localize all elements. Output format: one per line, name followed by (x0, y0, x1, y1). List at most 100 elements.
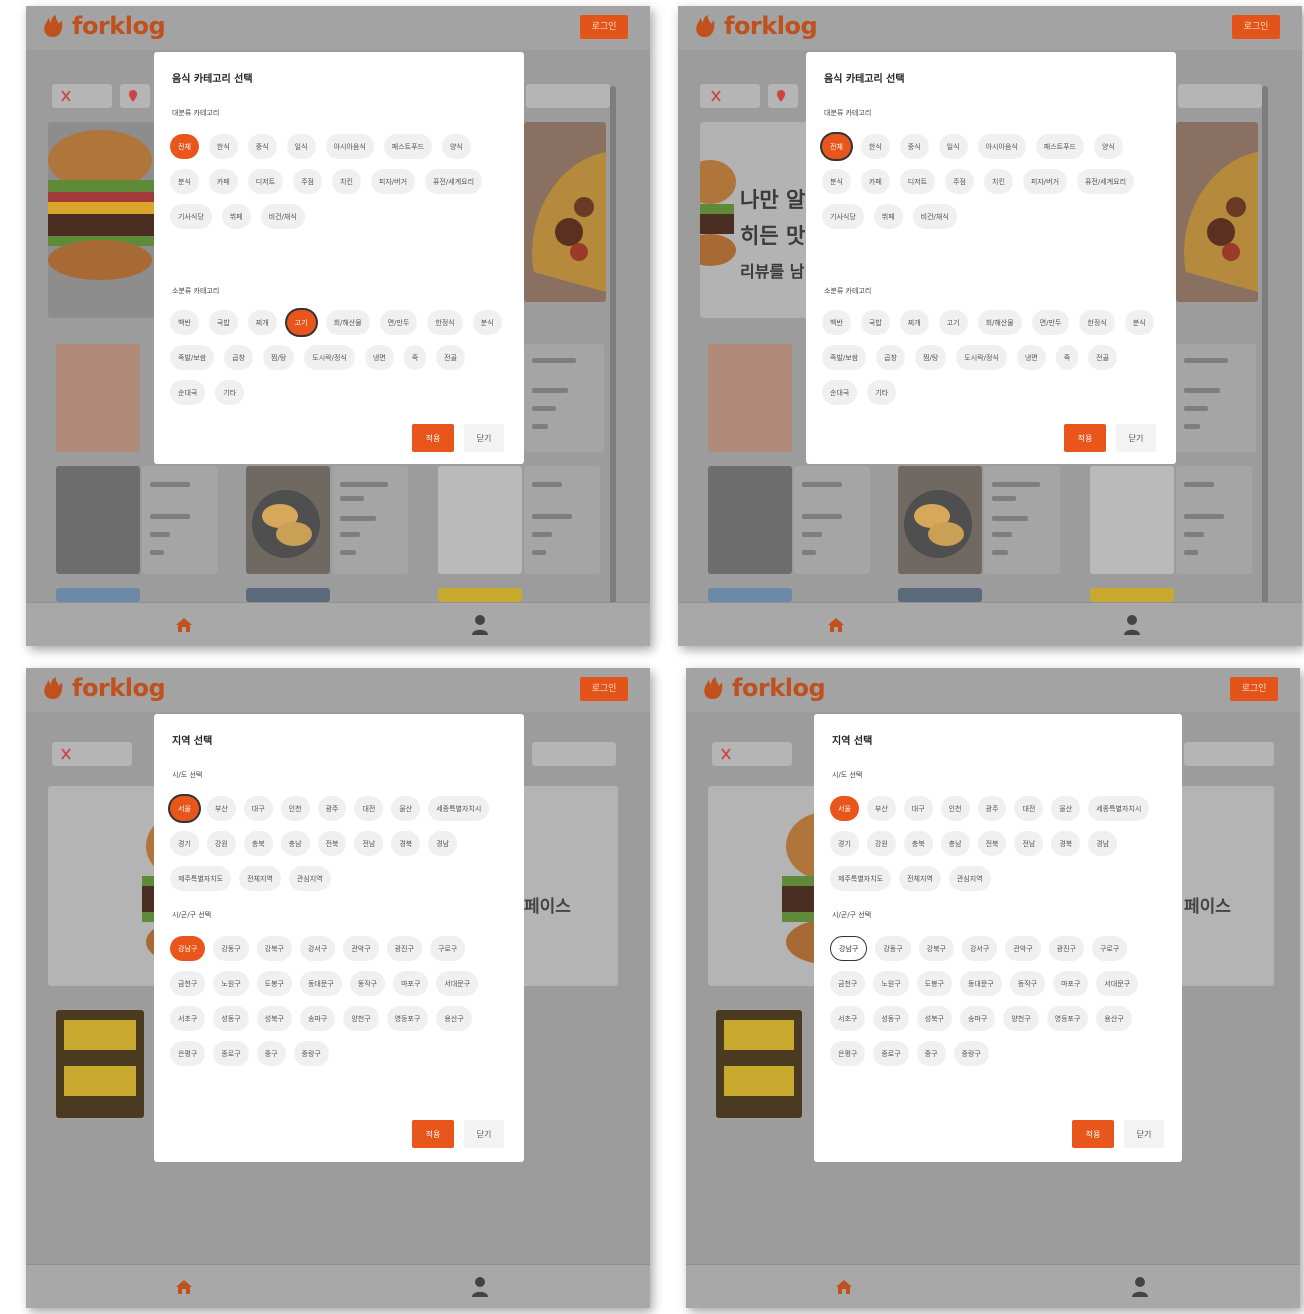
view-toggle[interactable] (526, 84, 610, 108)
chip-province-7[interactable]: 세종특별자치시 (1088, 796, 1150, 821)
chip-district-13[interactable]: 서대문구 (1096, 971, 1139, 996)
login-button[interactable]: 로그인 (1232, 15, 1280, 39)
logo[interactable]: forklog (40, 674, 166, 702)
chip-district-15[interactable]: 성동구 (213, 1006, 249, 1031)
user-icon[interactable] (1130, 1276, 1150, 1298)
chip-minor-3[interactable]: 고기 (286, 310, 316, 335)
chip-district-6[interactable]: 구로구 (1091, 936, 1128, 961)
close-button[interactable]: 닫기 (1124, 1120, 1164, 1148)
logo[interactable]: forklog (40, 12, 166, 40)
close-button[interactable]: 닫기 (1116, 424, 1156, 452)
chip-district-22[interactable]: 종로구 (213, 1041, 249, 1066)
chip-major-15[interactable]: 뷔페 (873, 204, 903, 229)
chip-minor-5[interactable]: 면/만두 (1031, 310, 1070, 335)
chip-minor-8[interactable]: 족발/보쌈 (822, 345, 867, 370)
chip-district-15[interactable]: 성동구 (873, 1006, 909, 1031)
chip-minor-0[interactable]: 백반 (170, 310, 199, 335)
chip-minor-2[interactable]: 찌개 (899, 310, 929, 335)
chip-minor-16[interactable]: 기타 (867, 380, 897, 405)
chip-district-10[interactable]: 동대문구 (299, 971, 342, 996)
chip-district-23[interactable]: 중구 (256, 1041, 286, 1066)
chip-district-3[interactable]: 강서구 (299, 936, 336, 961)
card[interactable] (1176, 466, 1252, 574)
card[interactable] (794, 466, 870, 574)
chip-major-5[interactable]: 패스트푸드 (383, 134, 432, 159)
chip-major-11[interactable]: 치킨 (332, 169, 361, 194)
chip-minor-3[interactable]: 고기 (938, 310, 968, 335)
chip-minor-10[interactable]: 찜/탕 (263, 345, 295, 370)
chip-province-8[interactable]: 경기 (170, 831, 199, 856)
chip-province-14[interactable]: 경북 (1051, 831, 1081, 856)
chip-district-1[interactable]: 강동구 (875, 936, 911, 961)
chip-district-2[interactable]: 강북구 (918, 936, 954, 961)
login-button[interactable]: 로그인 (580, 15, 628, 39)
food-filter-chip[interactable] (52, 84, 112, 108)
chip-major-2[interactable]: 중식 (247, 134, 277, 159)
chip-province-14[interactable]: 경북 (391, 831, 421, 856)
chip-major-2[interactable]: 중식 (899, 134, 929, 159)
chip-minor-14[interactable]: 전골 (1088, 345, 1118, 370)
chip-district-9[interactable]: 도봉구 (256, 971, 292, 996)
chip-district-5[interactable]: 광진구 (1048, 936, 1084, 961)
chip-minor-11[interactable]: 도시락/정식 (304, 345, 355, 370)
chip-major-16[interactable]: 비건/채식 (260, 204, 305, 229)
chip-major-3[interactable]: 일식 (286, 134, 316, 159)
chip-province-5[interactable]: 대전 (354, 796, 384, 821)
chip-minor-9[interactable]: 곱창 (224, 345, 254, 370)
chip-district-21[interactable]: 은평구 (830, 1041, 866, 1066)
chip-district-24[interactable]: 중랑구 (953, 1041, 989, 1066)
chip-minor-0[interactable]: 백반 (822, 310, 851, 335)
chip-major-9[interactable]: 디저트 (247, 169, 284, 194)
chip-district-22[interactable]: 종로구 (873, 1041, 909, 1066)
chip-province-6[interactable]: 울산 (1051, 796, 1081, 821)
chip-province-13[interactable]: 전남 (1014, 831, 1044, 856)
user-icon[interactable] (1122, 614, 1142, 636)
chip-major-13[interactable]: 퓨전/세계요리 (425, 169, 483, 194)
region-filter-chip[interactable] (120, 84, 150, 108)
home-icon[interactable] (174, 1277, 194, 1297)
close-button[interactable]: 닫기 (464, 424, 504, 452)
chip-district-23[interactable]: 중구 (916, 1041, 946, 1066)
chip-province-18[interactable]: 관심지역 (288, 866, 331, 891)
chip-major-12[interactable]: 피자/버거 (370, 169, 416, 194)
chip-district-4[interactable]: 관악구 (1005, 936, 1041, 961)
chip-district-17[interactable]: 송파구 (299, 1006, 336, 1031)
chip-district-18[interactable]: 양천구 (1003, 1006, 1039, 1031)
chip-minor-14[interactable]: 전골 (436, 345, 466, 370)
chip-district-19[interactable]: 영등포구 (1046, 1006, 1089, 1031)
chip-district-12[interactable]: 마포구 (1053, 971, 1089, 996)
chip-minor-16[interactable]: 기타 (215, 380, 245, 405)
chip-district-3[interactable]: 강서구 (961, 936, 998, 961)
chip-minor-13[interactable]: 죽 (403, 345, 427, 370)
chip-district-20[interactable]: 용산구 (436, 1006, 472, 1031)
card[interactable] (524, 344, 604, 452)
chip-province-7[interactable]: 세종특별자치시 (428, 796, 490, 821)
chip-major-12[interactable]: 피자/버거 (1022, 169, 1068, 194)
chip-major-6[interactable]: 양식 (441, 134, 471, 159)
chip-major-9[interactable]: 디저트 (899, 169, 936, 194)
chip-major-10[interactable]: 주점 (945, 169, 974, 194)
chip-major-1[interactable]: 한식 (208, 134, 238, 159)
chip-district-18[interactable]: 양천구 (343, 1006, 379, 1031)
chip-minor-7[interactable]: 분식 (472, 310, 502, 335)
chip-province-8[interactable]: 경기 (830, 831, 859, 856)
chip-district-8[interactable]: 노원구 (873, 971, 909, 996)
chip-minor-7[interactable]: 분식 (1124, 310, 1154, 335)
chip-minor-15[interactable]: 순대국 (822, 380, 858, 405)
apply-button[interactable]: 적용 (1064, 424, 1106, 452)
card[interactable] (524, 466, 600, 574)
chip-minor-1[interactable]: 국밥 (208, 310, 238, 335)
chip-province-11[interactable]: 충남 (940, 831, 970, 856)
chip-major-16[interactable]: 비건/채식 (912, 204, 957, 229)
card[interactable] (1176, 344, 1256, 452)
chip-district-16[interactable]: 성북구 (256, 1006, 292, 1031)
apply-button[interactable]: 적용 (412, 424, 454, 452)
chip-minor-12[interactable]: 냉면 (1016, 345, 1046, 370)
chip-province-5[interactable]: 대전 (1014, 796, 1044, 821)
chip-minor-10[interactable]: 찜/탕 (915, 345, 947, 370)
chip-province-1[interactable]: 부산 (206, 796, 236, 821)
card[interactable] (984, 466, 1060, 574)
chip-major-3[interactable]: 일식 (938, 134, 968, 159)
home-icon[interactable] (834, 1277, 854, 1297)
chip-district-1[interactable]: 강동구 (213, 936, 249, 961)
